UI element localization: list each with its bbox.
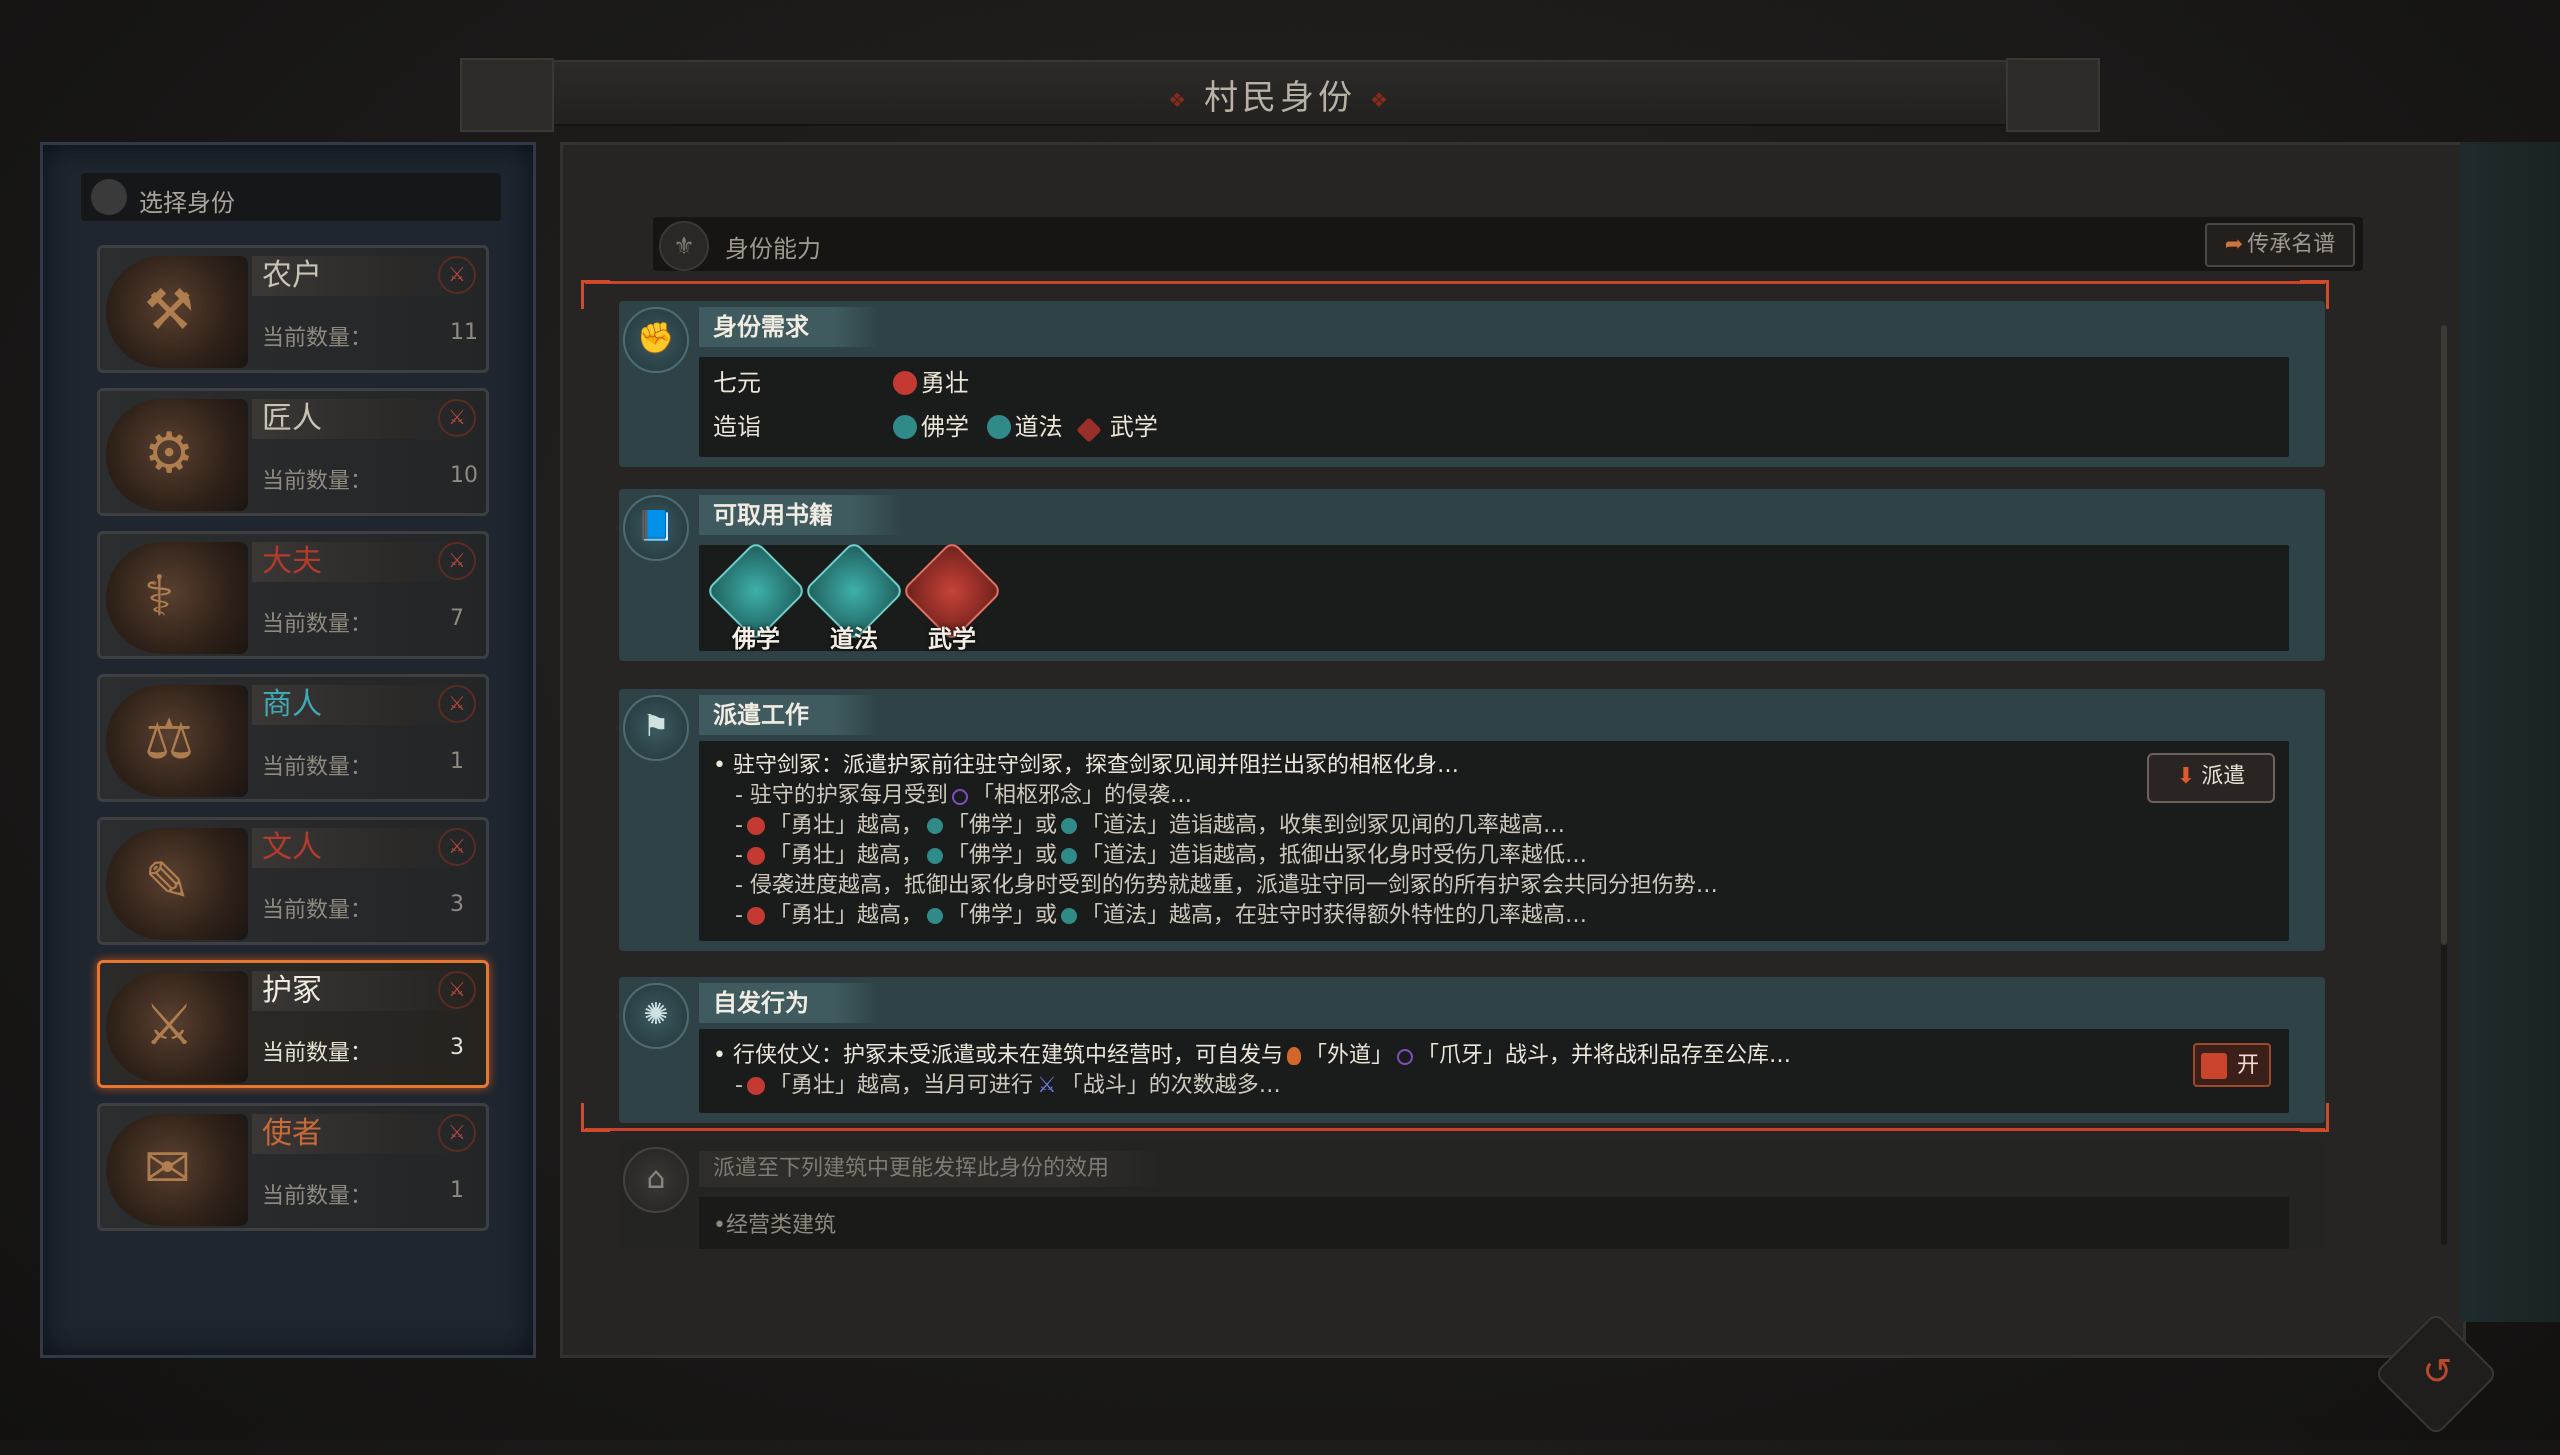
building-hint-section: ⌂ 派遣至下列建筑中更能发挥此身份的效用 •经营类建筑	[619, 1141, 2325, 1249]
building-hint-item: •经营类建筑	[713, 1213, 836, 1238]
villager-icon	[91, 179, 127, 215]
spontaneous-body: • 行侠仗义：护冢未受派遣或未在建筑中经营时，可自发与 「外道」 「爪牙」战斗，并将…	[699, 1029, 2289, 1113]
books-title: 可取用书籍	[699, 495, 903, 535]
dispatch-line-3: - 「勇壮」越高， 「佛学」或 「道法」造诣越高，抵御出冢化身时受伤几率越低…	[735, 843, 1587, 868]
back-icon: ↺	[2422, 1351, 2453, 1393]
building-hint-title: 派遣至下列建筑中更能发挥此身份的效用	[699, 1151, 1170, 1187]
requirement-key: 造诣	[713, 413, 761, 441]
dispatch-arrow-icon: ⬇	[2176, 764, 2196, 789]
dispatch-icon: ⚑	[623, 695, 689, 761]
scrollbar-thumb[interactable]	[2441, 325, 2447, 945]
requirements-title: 身份需求	[699, 307, 879, 347]
dispatch-line-2: - 「勇壮」越高， 「佛学」或 「道法」造诣越高，收集到剑冢见闻的几率越高…	[735, 813, 1565, 838]
lineage-badge-icon[interactable]: ⚔	[438, 399, 476, 437]
building-icon: ⌂	[623, 1147, 689, 1213]
identity-count-label: 当前数量：	[262, 898, 373, 923]
requirement-chip-martial: 武学	[1076, 407, 1158, 447]
spontaneous-main-text: • 行侠仗义：护冢未受派遣或未在建筑中经营时，可自发与 「外道」 「爪牙」战斗，并将…	[713, 1043, 1792, 1068]
requirement-chip-courage: 勇壮	[893, 363, 969, 403]
spontaneous-icon: ✺	[623, 983, 689, 1049]
identity-count: 7	[450, 606, 464, 631]
dispatch-title: 派遣工作	[699, 695, 879, 735]
lineage-badge-icon[interactable]: ⚔	[438, 1114, 476, 1152]
identity-count-label: 当前数量：	[262, 326, 373, 351]
spontaneous-section: ✺ 自发行为 • 行侠仗义：护冢未受派遣或未在建筑中经营时，可自发与 「外道」 「爪…	[619, 977, 2325, 1123]
identity-portrait: ✎	[106, 828, 248, 940]
identity-count-label: 当前数量：	[262, 1041, 373, 1066]
ability-panel: ⚜ 身份能力 ➦ 传承名谱 ✊ 身份需求 七元 勇壮 造诣 佛学 道法 武学 📘…	[560, 142, 2466, 1358]
book-taoism[interactable]: 道法	[803, 540, 905, 655]
identity-count-label: 当前数量：	[262, 1184, 373, 1209]
identity-card[interactable]: ⚒ 农户 ⚔ 当前数量： 11	[97, 245, 489, 373]
identity-portrait: ⚕	[106, 542, 248, 654]
identity-card[interactable]: ✎ 文人 ⚔ 当前数量： 3	[97, 817, 489, 945]
requirement-chip-buddhism: 佛学	[893, 407, 969, 447]
building-hint-body: •经营类建筑	[699, 1197, 2289, 1249]
identity-count: 3	[450, 892, 464, 917]
select-identity-header: 选择身份	[81, 173, 501, 221]
identity-count: 10	[450, 463, 478, 488]
requirement-row-skill: 造诣 佛学 道法 武学	[713, 407, 2213, 447]
identity-card[interactable]: ⚕ 大夫 ⚔ 当前数量： 7	[97, 531, 489, 659]
lineage-button-label: 传承名谱	[2247, 232, 2336, 257]
dispatch-button-label: 派遣	[2201, 764, 2246, 789]
requirement-row-seven: 七元 勇壮	[713, 363, 2213, 403]
requirements-section: ✊ 身份需求 七元 勇壮 造诣 佛学 道法 武学	[619, 301, 2325, 467]
identity-portrait: ⚔	[106, 971, 248, 1083]
identity-list-panel: 选择身份 ⚒ 农户 ⚔ 当前数量： 11 ⚙ 匠人 ⚔ 当前数量： 10 ⚕ 大夫 ⚔ 当前数量： 7 ⚖ 商人…	[40, 142, 536, 1358]
identity-count: 1	[450, 1178, 464, 1203]
dispatch-body: • 驻守剑冢：派遣护冢前往驻守剑冢，探查剑冢见闻并阻拦出冢的相枢化身… - 驻守…	[699, 741, 2289, 941]
identity-portrait: ⚒	[106, 256, 248, 368]
dispatch-main-text: • 驻守剑冢：派遣护冢前往驻守剑冢，探查剑冢见闻并阻拦出冢的相枢化身…	[713, 753, 1459, 778]
dispatch-line-1: - 驻守的护冢每月受到 「相枢邪念」的侵袭…	[735, 783, 1192, 808]
identity-count: 1	[450, 749, 464, 774]
emblem-icon: ⚜	[659, 221, 709, 271]
requirement-key: 七元	[713, 369, 761, 397]
page-title: 村民身份	[470, 70, 2090, 119]
dispatch-line-4: - 侵袭进度越高，抵御出冢化身时受到的伤势就越重，派遣驻守同一剑冢的所有护冢会共…	[735, 873, 1718, 898]
lineage-badge-icon[interactable]: ⚔	[438, 542, 476, 580]
decorative-strip	[2460, 142, 2560, 1322]
identity-portrait: ⚖	[106, 685, 248, 797]
title-bar: 村民身份	[460, 58, 2100, 132]
dispatch-line-5: - 「勇壮」越高， 「佛学」或 「道法」越高，在驻守时获得额外特性的几率越高…	[735, 903, 1587, 928]
identity-count-label: 当前数量：	[262, 469, 373, 494]
scrollbar[interactable]	[2441, 325, 2447, 1245]
spontaneous-title: 自发行为	[699, 983, 879, 1023]
spontaneous-toggle[interactable]: 开	[2193, 1043, 2271, 1087]
ability-label: 身份能力	[725, 235, 821, 263]
share-arrow-icon: ➦	[2224, 232, 2244, 257]
identity-portrait: ✉	[106, 1114, 248, 1226]
books-body: 佛学 道法 武学	[699, 540, 2289, 653]
toggle-label: 开	[2236, 1053, 2259, 1078]
identity-count-label: 当前数量：	[262, 612, 373, 637]
ability-header: ⚜ 身份能力 ➦ 传承名谱	[653, 217, 2363, 271]
requirements-body: 七元 勇壮 造诣 佛学 道法 武学	[699, 357, 2289, 457]
identity-card[interactable]: ⚖ 商人 ⚔ 当前数量： 1	[97, 674, 489, 802]
identity-count: 3	[450, 1035, 464, 1060]
requirement-chip-taoism: 道法	[986, 407, 1063, 447]
dispatch-section: ⚑ 派遣工作 • 驻守剑冢：派遣护冢前往驻守剑冢，探查剑冢见闻并阻拦出冢的相枢化…	[619, 689, 2325, 951]
lineage-button[interactable]: ➦ 传承名谱	[2205, 223, 2355, 267]
books-section: 📘 可取用书籍 佛学 道法 武学	[619, 489, 2325, 661]
lineage-badge-icon[interactable]: ⚔	[438, 828, 476, 866]
lineage-badge-icon[interactable]: ⚔	[438, 256, 476, 294]
spontaneous-sub-text: - 「勇壮」越高，当月可进行 ⚔ 「战斗」的次数越多…	[735, 1073, 1281, 1098]
dispatch-button[interactable]: ⬇ 派遣	[2147, 753, 2275, 803]
identity-card[interactable]: ✉ 使者 ⚔ 当前数量： 1	[97, 1103, 489, 1231]
identity-card[interactable]: ⚔ 护冢 ⚔ 当前数量： 3	[97, 960, 489, 1088]
identity-count: 11	[450, 320, 478, 345]
lineage-badge-icon[interactable]: ⚔	[438, 685, 476, 723]
lineage-badge-icon[interactable]: ⚔	[438, 971, 476, 1009]
select-identity-label: 选择身份	[139, 189, 235, 217]
identity-count-label: 当前数量：	[262, 755, 373, 780]
book-icon: 📘	[623, 495, 689, 561]
book-buddhism[interactable]: 佛学	[705, 540, 807, 655]
identity-portrait: ⚙	[106, 399, 248, 511]
book-martial[interactable]: 武学	[901, 540, 1003, 655]
fist-icon: ✊	[623, 307, 689, 373]
identity-card[interactable]: ⚙ 匠人 ⚔ 当前数量： 10	[97, 388, 489, 516]
